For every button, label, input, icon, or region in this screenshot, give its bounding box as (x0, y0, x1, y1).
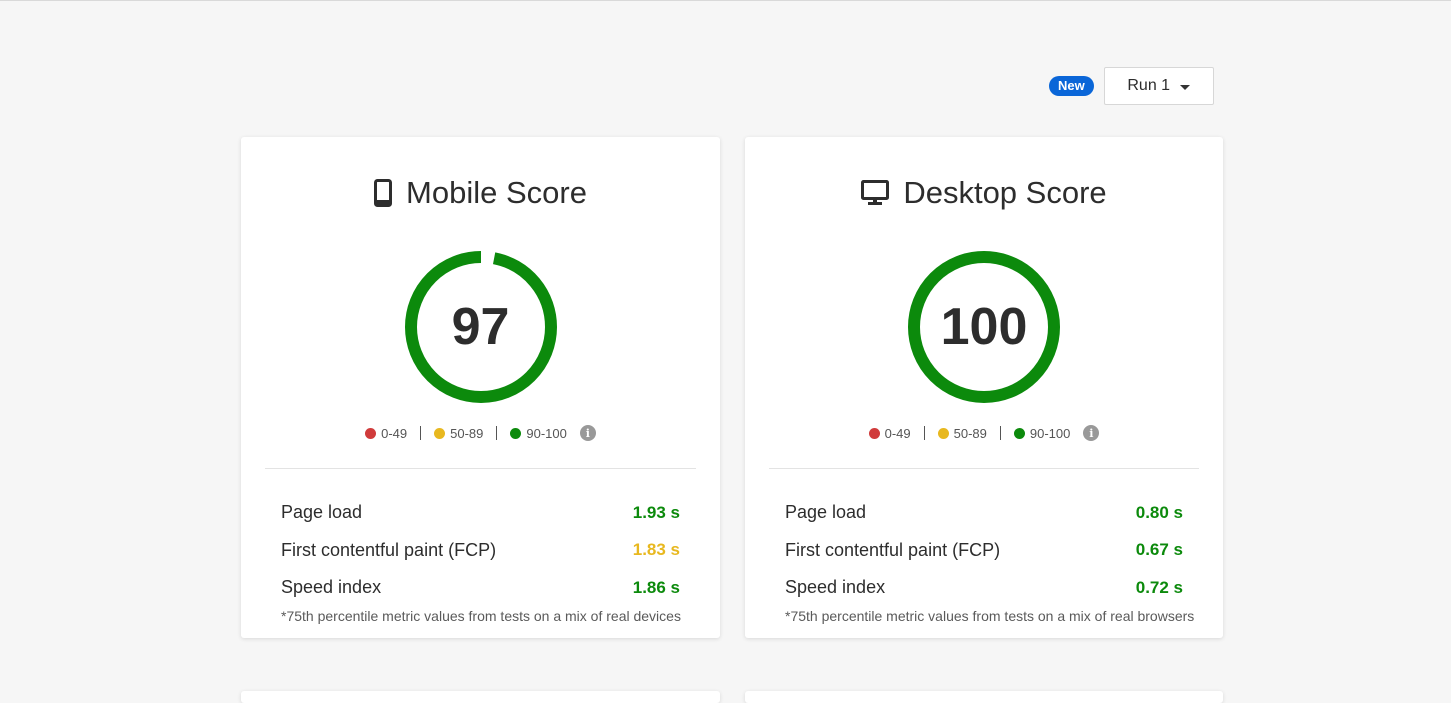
mobile-score-card: Mobile Score 97 0-49 50-89 90-100 i Page… (241, 137, 720, 638)
info-icon[interactable]: i (1083, 425, 1100, 441)
metric-label: Page load (281, 502, 363, 523)
card-divider (265, 468, 696, 469)
mobile-score-value: 97 (451, 298, 510, 356)
metric-row-page-load: Page load 1.93 s (281, 494, 680, 532)
legend-poor-label: 0-49 (884, 425, 911, 441)
legend-good: 90-100 (1013, 425, 1071, 441)
legend-average: 50-89 (937, 425, 987, 441)
legend-average: 50-89 (434, 426, 483, 441)
metric-row-speed-index: Speed index 1.86 s (281, 569, 680, 607)
desktop-monitor-icon (861, 180, 890, 205)
metric-value: 0.80 s (1135, 502, 1183, 522)
legend-good-label: 90-100 (526, 425, 567, 441)
metric-label: Page load (785, 502, 867, 523)
average-dot-icon (434, 427, 446, 439)
metric-row-fcp: First contentful paint (FCP) 0.67 s (785, 532, 1183, 570)
average-dot-icon (937, 427, 949, 439)
desktop-score-value: 100 (940, 298, 1028, 356)
metric-row-fcp: First contentful paint (FCP) 1.83 s (281, 532, 680, 570)
legend-average-label: 50-89 (450, 425, 484, 441)
legend-separator (999, 426, 1001, 440)
metric-row-speed-index: Speed index 0.72 s (785, 569, 1183, 607)
run-select-value: Run 1 (1127, 77, 1171, 94)
mobile-metrics-list: Page load 1.93 s First contentful paint … (281, 494, 680, 607)
desktop-footnote: *75th percentile metric values from test… (785, 608, 1195, 624)
new-badge: New (1049, 76, 1094, 96)
legend-poor: 0-49 (365, 426, 407, 441)
score-legend: 0-49 50-89 90-100 i (241, 425, 720, 441)
metric-label: First contentful paint (FCP) (785, 539, 1001, 560)
metric-value: 1.83 s (632, 540, 680, 560)
mobile-footnote: *75th percentile metric values from test… (281, 608, 681, 624)
legend-separator (420, 426, 422, 440)
legend-good: 90-100 (510, 425, 567, 441)
metric-value: 1.86 s (632, 577, 680, 597)
good-dot-icon (510, 427, 522, 439)
top-divider (0, 0, 1451, 1)
score-legend: 0-49 50-89 90-100 i (745, 425, 1223, 441)
desktop-title-text: Desktop Score (903, 175, 1107, 210)
run-select-dropdown[interactable]: Run 1 (1103, 67, 1214, 105)
legend-poor-label: 0-49 (381, 425, 408, 441)
metric-row-page-load: Page load 0.80 s (785, 494, 1183, 532)
metric-label: Speed index (785, 577, 886, 598)
poor-dot-icon (365, 427, 377, 439)
next-card-right-edge (745, 691, 1223, 703)
desktop-score-title: Desktop Score (745, 175, 1223, 211)
next-card-left-edge (241, 691, 720, 703)
caret-down-icon (1180, 84, 1191, 90)
mobile-phone-icon (374, 179, 393, 207)
run-selector-area: New Run 1 (1049, 67, 1214, 105)
legend-separator (496, 426, 498, 440)
mobile-score-title: Mobile Score (241, 175, 720, 211)
info-icon[interactable]: i (579, 425, 596, 441)
poor-dot-icon (868, 427, 880, 439)
legend-good-label: 90-100 (1029, 425, 1071, 441)
mobile-title-text: Mobile Score (406, 175, 587, 210)
desktop-metrics-list: Page load 0.80 s First contentful paint … (785, 494, 1183, 607)
legend-separator (923, 426, 925, 440)
legend-average-label: 50-89 (953, 425, 987, 441)
desktop-score-card: Desktop Score 100 0-49 50-89 90-100 i Pa… (745, 137, 1223, 638)
metric-label: First contentful paint (FCP) (281, 539, 497, 560)
legend-poor: 0-49 (868, 425, 911, 441)
metric-label: Speed index (281, 577, 382, 598)
metric-value: 0.67 s (1135, 540, 1183, 560)
card-divider (769, 468, 1199, 469)
metric-value: 1.93 s (632, 502, 680, 522)
good-dot-icon (1013, 427, 1025, 439)
metric-value: 0.72 s (1135, 577, 1183, 597)
